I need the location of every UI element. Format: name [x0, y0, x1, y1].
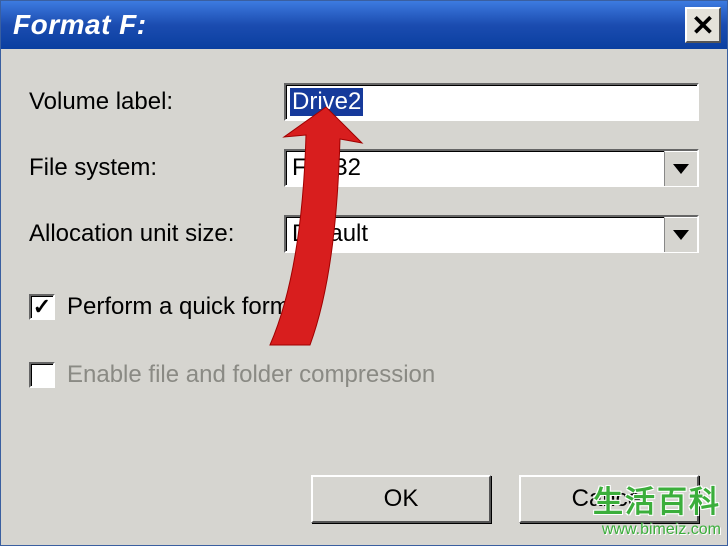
quick-format-label: Perform a quick format — [67, 293, 310, 321]
file-system-select[interactable]: FAT32 — [284, 149, 699, 187]
allocation-select[interactable]: Default — [284, 215, 699, 253]
allocation-value: Default — [292, 220, 368, 248]
compression-row: Enable file and folder compression — [29, 361, 699, 389]
compression-checkbox — [29, 362, 55, 388]
button-row: OK Cancel — [311, 475, 699, 523]
compression-label: Enable file and folder compression — [67, 361, 435, 389]
file-system-row: File system: FAT32 — [29, 149, 699, 187]
ok-button[interactable]: OK — [311, 475, 491, 523]
titlebar: Format F: ✕ — [1, 1, 727, 49]
quick-format-checkbox[interactable] — [29, 294, 55, 320]
close-button[interactable]: ✕ — [685, 7, 721, 43]
window-title: Format F: — [13, 9, 147, 41]
volume-label-text: Volume label: — [29, 88, 284, 116]
file-system-label: File system: — [29, 154, 284, 182]
close-icon: ✕ — [691, 9, 714, 42]
cancel-button[interactable]: Cancel — [519, 475, 699, 523]
chevron-down-icon — [664, 151, 697, 186]
allocation-label: Allocation unit size: — [29, 220, 284, 248]
allocation-row: Allocation unit size: Default — [29, 215, 699, 253]
volume-label-row: Volume label: Drive2 — [29, 83, 699, 121]
watermark-url: www.bimeiz.com — [593, 521, 721, 539]
dialog-body: Volume label: Drive2 File system: FAT32 … — [1, 49, 727, 389]
quick-format-row[interactable]: Perform a quick format — [29, 293, 699, 321]
chevron-down-icon — [664, 217, 697, 252]
format-dialog: Format F: ✕ Volume label: Drive2 File sy… — [0, 0, 728, 546]
file-system-value: FAT32 — [292, 154, 361, 182]
volume-label-input[interactable]: Drive2 — [284, 83, 699, 121]
volume-label-value: Drive2 — [290, 88, 363, 116]
